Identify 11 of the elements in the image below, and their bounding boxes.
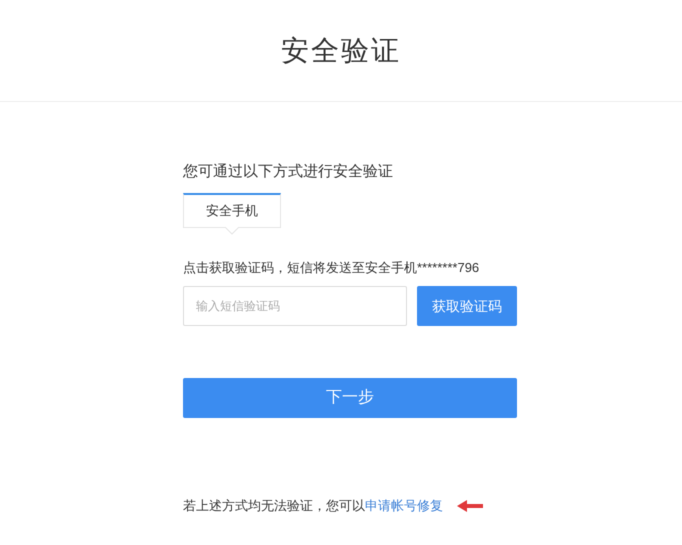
page-title: 安全验证 bbox=[281, 34, 401, 68]
code-input-field[interactable]: 输入短信验证码 bbox=[183, 286, 407, 326]
recovery-hint: 若上述方式均无法验证，您可以申请帐号修复 bbox=[183, 497, 443, 515]
next-step-button[interactable]: 下一步 bbox=[183, 378, 517, 418]
pointer-notch-icon bbox=[225, 227, 239, 235]
pointer-arrow-icon bbox=[457, 500, 483, 512]
get-code-button[interactable]: 获取验证码 bbox=[417, 286, 517, 326]
account-repair-link[interactable]: 申请帐号修复 bbox=[365, 498, 443, 513]
intro-text: 您可通过以下方式进行安全验证 bbox=[183, 162, 394, 182]
sms-notice: 点击获取验证码，短信将发送至安全手机********796 bbox=[183, 259, 480, 277]
method-tab[interactable]: 安全手机 bbox=[183, 193, 281, 228]
